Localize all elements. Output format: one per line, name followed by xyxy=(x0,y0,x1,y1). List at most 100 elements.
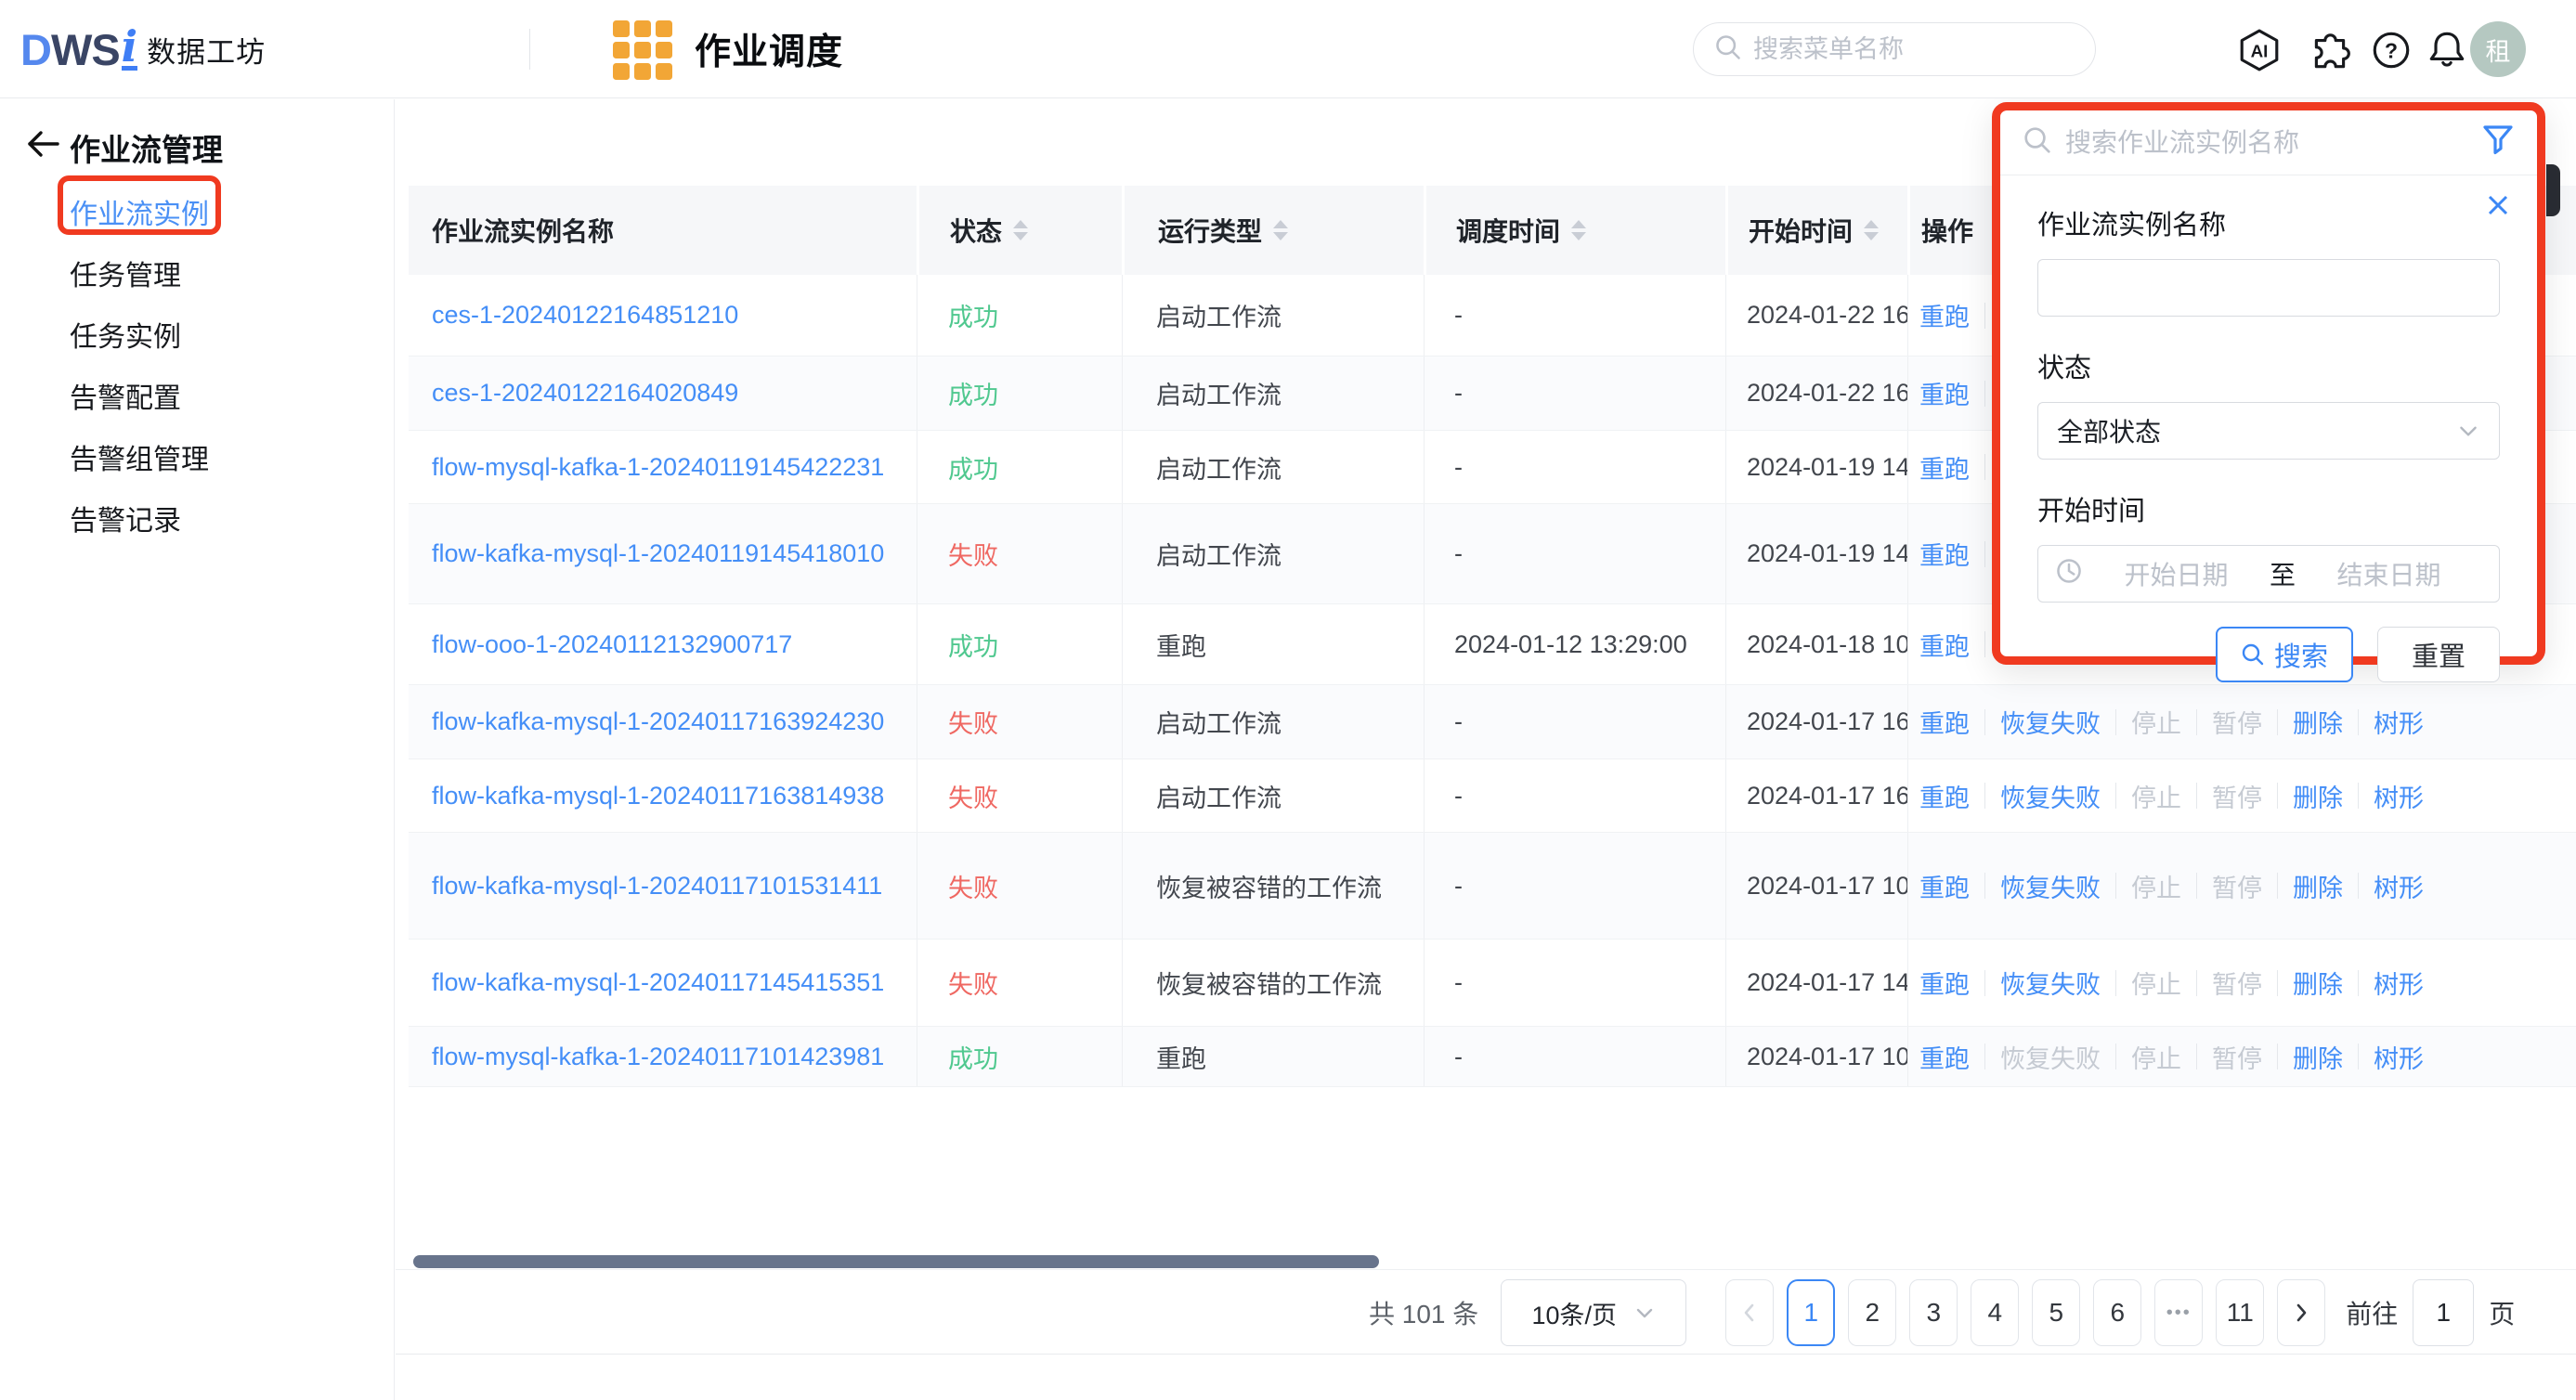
op-separator xyxy=(1984,381,1985,407)
search-button[interactable]: 搜索 xyxy=(2216,627,2353,682)
sidebar-item-2[interactable]: 任务实例 xyxy=(70,304,209,365)
op-rerun[interactable]: 重跑 xyxy=(1919,778,1970,814)
instance-name-link[interactable]: flow-mysql-kafka-1-20240117101423981 xyxy=(432,1043,884,1071)
cell-schedule-time: - xyxy=(1424,431,1725,503)
op-rerun[interactable]: 重跑 xyxy=(1919,868,1970,904)
page-button-2[interactable]: 2 xyxy=(1848,1279,1896,1346)
pagination-total: 共 101 条 xyxy=(1369,1294,1478,1331)
sidebar-item-5[interactable]: 告警记录 xyxy=(70,487,209,549)
column-header-3[interactable]: 调度时间 xyxy=(1424,186,1725,275)
instance-name-link[interactable]: flow-kafka-mysql-1-20240117163924230 xyxy=(432,707,884,736)
op-separator xyxy=(1984,541,1985,567)
sort-caret-icon[interactable] xyxy=(1013,220,1028,240)
op-rerun[interactable]: 重跑 xyxy=(1919,1039,1970,1075)
instance-name-link[interactable]: flow-kafka-mysql-1-20240117145415351 xyxy=(432,968,884,997)
column-header-1[interactable]: 状态 xyxy=(917,186,1122,275)
op-rerun[interactable]: 重跑 xyxy=(1919,375,1970,411)
cell-status: 失败 xyxy=(917,759,1122,832)
drawer-handle[interactable] xyxy=(2546,164,2560,216)
menu-search-box[interactable] xyxy=(1693,22,2096,76)
back-arrow-icon[interactable] xyxy=(22,123,63,164)
date-range-picker[interactable]: 开始日期 至 结束日期 xyxy=(2037,545,2500,603)
op-rerun[interactable]: 重跑 xyxy=(1919,536,1970,572)
op-recover-failed[interactable]: 恢复失败 xyxy=(2000,965,2101,1001)
op-rerun[interactable]: 重跑 xyxy=(1919,449,1970,486)
op-tree[interactable]: 树形 xyxy=(2374,868,2424,904)
chevron-right-icon xyxy=(2290,1302,2312,1324)
instance-name-link[interactable]: ces-1-20240122164851210 xyxy=(432,301,738,330)
page-button-11[interactable]: 11 xyxy=(2216,1279,2264,1346)
instance-name-link[interactable]: flow-kafka-mysql-1-20240117163814938 xyxy=(432,782,884,810)
page-button-4[interactable]: 4 xyxy=(1971,1279,2019,1346)
instance-name-link[interactable]: flow-mysql-kafka-1-20240119145422231 xyxy=(432,453,884,482)
instance-search-input[interactable] xyxy=(2065,128,2481,158)
instance-name-input[interactable] xyxy=(2037,259,2500,317)
ai-assistant-icon[interactable]: AI xyxy=(2236,27,2283,73)
next-page-button[interactable] xyxy=(2277,1279,2325,1346)
op-delete[interactable]: 删除 xyxy=(2293,868,2343,904)
cell-start-time: 2024-01-22 16 xyxy=(1725,356,1907,430)
op-delete[interactable]: 删除 xyxy=(2293,704,2343,740)
op-delete[interactable]: 删除 xyxy=(2293,1039,2343,1075)
op-separator xyxy=(2115,783,2116,809)
sort-caret-icon[interactable] xyxy=(1273,220,1288,240)
page-size-value: 10条/页 xyxy=(1532,1295,1618,1331)
sidebar-item-0[interactable]: 作业流实例 xyxy=(70,181,209,242)
sidebar-item-4[interactable]: 告警组管理 xyxy=(70,426,209,487)
op-tree[interactable]: 树形 xyxy=(2374,965,2424,1001)
instance-name-link[interactable]: flow-ooo-1-20240112132900717 xyxy=(432,630,792,659)
page-button-3[interactable]: 3 xyxy=(1909,1279,1958,1346)
instance-search-box[interactable] xyxy=(2000,110,2537,175)
instance-name-link[interactable]: flow-kafka-mysql-1-20240119145418010 xyxy=(432,539,884,568)
goto-label: 前往 xyxy=(2346,1294,2398,1331)
column-header-4[interactable]: 开始时间 xyxy=(1725,186,1907,275)
page-button-6[interactable]: 6 xyxy=(2093,1279,2141,1346)
op-tree[interactable]: 树形 xyxy=(2374,704,2424,740)
avatar[interactable]: 租 xyxy=(2470,21,2526,77)
sort-caret-icon[interactable] xyxy=(1864,220,1879,240)
close-icon[interactable] xyxy=(2483,190,2513,225)
op-rerun[interactable]: 重跑 xyxy=(1919,704,1970,740)
sidebar-item-1[interactable]: 任务管理 xyxy=(70,242,209,304)
plugin-puzzle-icon[interactable] xyxy=(2307,27,2353,73)
op-recover-failed[interactable]: 恢复失败 xyxy=(2000,778,2101,814)
status-select[interactable]: 全部状态 xyxy=(2037,402,2500,460)
column-header-label: 运行类型 xyxy=(1158,212,1262,249)
page-more-button[interactable]: ••• xyxy=(2154,1279,2203,1346)
app-grid-icon[interactable] xyxy=(613,20,672,80)
instance-name-link[interactable]: flow-kafka-mysql-1-20240117101531411 xyxy=(432,872,882,901)
column-header-2[interactable]: 运行类型 xyxy=(1122,186,1424,275)
op-delete[interactable]: 删除 xyxy=(2293,965,2343,1001)
horizontal-scrollbar[interactable] xyxy=(413,1255,1379,1268)
op-rerun[interactable]: 重跑 xyxy=(1919,297,1970,333)
cell-operations: 重跑恢复失败停止暂停删除树形 xyxy=(1907,833,2576,939)
op-recover-failed[interactable]: 恢复失败 xyxy=(2000,868,2101,904)
menu-search-input[interactable] xyxy=(1753,35,2082,64)
op-tree[interactable]: 树形 xyxy=(2374,778,2424,814)
cell-schedule-time: - xyxy=(1424,504,1725,603)
page-button-5[interactable]: 5 xyxy=(2032,1279,2080,1346)
op-recover-failed[interactable]: 恢复失败 xyxy=(2000,704,2101,740)
op-recover-failed: 恢复失败 xyxy=(2000,1039,2101,1075)
cell-operations: 重跑恢复失败停止暂停删除树形 xyxy=(1907,1027,2576,1086)
instance-name-link[interactable]: ces-1-20240122164020849 xyxy=(432,379,738,408)
cell-status: 成功 xyxy=(917,1027,1122,1086)
reset-button[interactable]: 重置 xyxy=(2377,627,2500,682)
help-icon[interactable]: ? xyxy=(2368,27,2414,73)
goto-page-input[interactable] xyxy=(2413,1279,2474,1346)
prev-page-button[interactable] xyxy=(1725,1279,1774,1346)
bell-icon[interactable] xyxy=(2424,27,2470,73)
op-rerun[interactable]: 重跑 xyxy=(1919,627,1970,663)
op-delete[interactable]: 删除 xyxy=(2293,778,2343,814)
sidebar-item-3[interactable]: 告警配置 xyxy=(70,365,209,426)
op-tree[interactable]: 树形 xyxy=(2374,1039,2424,1075)
cell-start-time: 2024-01-18 10 xyxy=(1725,604,1907,684)
sort-caret-icon[interactable] xyxy=(1571,220,1586,240)
cell-start-time: 2024-01-17 10 xyxy=(1725,833,1907,939)
cell-operations: 重跑恢复失败停止暂停删除树形 xyxy=(1907,759,2576,832)
op-rerun[interactable]: 重跑 xyxy=(1919,965,1970,1001)
cell-status: 失败 xyxy=(917,685,1122,758)
filter-funnel-icon[interactable] xyxy=(2481,123,2515,162)
page-button-1[interactable]: 1 xyxy=(1787,1279,1835,1346)
page-size-select[interactable]: 10条/页 xyxy=(1501,1279,1686,1346)
